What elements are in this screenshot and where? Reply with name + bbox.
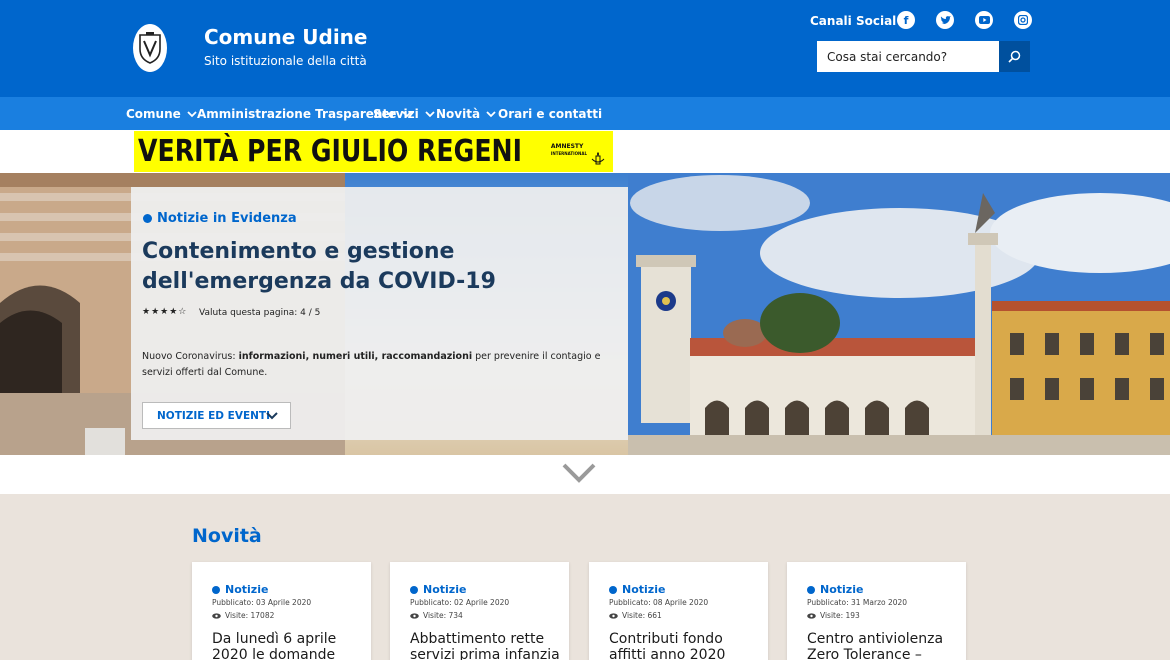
- nav-item-label: Servizi: [373, 106, 419, 121]
- eye-icon: [410, 612, 419, 619]
- news-card-visits-label: Visite: 661: [622, 611, 662, 620]
- chevron-down-icon: [187, 110, 197, 117]
- eye-icon: [609, 612, 618, 619]
- bullet-dot-icon: [212, 585, 220, 594]
- news-card-visits: Visite: 193: [807, 611, 860, 620]
- search-button[interactable]: [999, 41, 1030, 72]
- rating-stars[interactable]: ★★★★☆: [142, 307, 187, 317]
- featured-description: Nuovo Coronavirus: informazioni, numeri …: [142, 349, 622, 381]
- amnesty-line-1: AMNESTY: [550, 143, 584, 150]
- city-crest-logo[interactable]: [133, 24, 167, 72]
- twitter-icon[interactable]: [936, 11, 954, 29]
- nav-item-comune[interactable]: Comune: [126, 97, 197, 130]
- news-card-visits: Visite: 17082: [212, 611, 274, 620]
- news-card-kicker-label: Notizie: [225, 583, 269, 596]
- site-title[interactable]: Comune Udine: [204, 25, 367, 49]
- bullet-dot-icon: [807, 585, 815, 594]
- scroll-down-chevron-icon[interactable]: [562, 462, 596, 484]
- news-card-title[interactable]: Da lunedì 6 aprile 2020 le domande per: [212, 631, 362, 660]
- nav-item-novita[interactable]: Novità: [436, 97, 496, 130]
- nav-item-orari[interactable]: Orari e contatti: [498, 97, 602, 130]
- rating-label: Valuta questa pagina: 4 / 5: [199, 308, 321, 318]
- news-card-date: Pubblicato: 31 Marzo 2020: [807, 598, 908, 607]
- news-card-visits-label: Visite: 734: [423, 611, 463, 620]
- eye-icon: [212, 612, 221, 619]
- news-card-kicker[interactable]: Notizie: [807, 583, 863, 596]
- news-events-button[interactable]: NOTIZIE ED EVENTI: [142, 402, 291, 429]
- facebook-icon[interactable]: f: [897, 11, 915, 29]
- news-card-visits-label: Visite: 17082: [225, 611, 275, 620]
- chevron-down-icon: [266, 412, 278, 420]
- amnesty-logo-text: AMNESTY INTERNATIONAL: [551, 143, 587, 157]
- hero-section: Notizie in Evidenza Contenimento e gesti…: [0, 173, 1170, 455]
- news-card-kicker-label: Notizie: [622, 583, 666, 596]
- news-card-title[interactable]: Centro antiviolenza Zero Tolerance –: [807, 631, 957, 660]
- news-card-kicker[interactable]: Notizie: [410, 583, 466, 596]
- nav-item-label: Orari e contatti: [498, 106, 603, 121]
- bullet-dot-icon: [143, 214, 152, 223]
- search-icon: [1008, 50, 1021, 63]
- news-card-kicker-label: Notizie: [820, 583, 864, 596]
- featured-kicker-label: Notizie in Evidenza: [157, 211, 297, 226]
- news-card[interactable]: Notizie Pubblicato: 03 Aprile 2020 Visit…: [192, 562, 371, 660]
- news-card-date: Pubblicato: 03 Aprile 2020: [212, 598, 312, 607]
- news-card-kicker[interactable]: Notizie: [212, 583, 268, 596]
- chevron-down-icon: [425, 110, 435, 117]
- news-card-kicker[interactable]: Notizie: [609, 583, 665, 596]
- bullet-dot-icon: [609, 585, 617, 594]
- desc-prefix: Nuovo Coronavirus:: [142, 351, 239, 362]
- candle-icon: [591, 152, 605, 165]
- nav-item-servizi[interactable]: Servizi: [373, 97, 435, 130]
- site-header: Comune Udine Sito istituzionale della ci…: [0, 0, 1170, 97]
- site-subtitle: Sito istituzionale della città: [204, 54, 367, 68]
- news-card[interactable]: Notizie Pubblicato: 31 Marzo 2020 Visite…: [787, 562, 966, 660]
- crest-icon: [139, 32, 161, 64]
- youtube-icon[interactable]: [975, 11, 993, 29]
- news-card[interactable]: Notizie Pubblicato: 02 Aprile 2020 Visit…: [390, 562, 569, 660]
- search-input[interactable]: [817, 41, 999, 72]
- news-section-title: Novità: [192, 525, 262, 547]
- bullet-dot-icon: [410, 585, 418, 594]
- news-card-title[interactable]: Contributi fondo affitti anno 2020 (cano…: [609, 631, 759, 660]
- nav-item-label: Amministrazione Trasparente: [197, 106, 397, 121]
- news-card-date: Pubblicato: 02 Aprile 2020: [410, 598, 510, 607]
- news-card-title[interactable]: Abbattimento rette servizi prima infanzi…: [410, 631, 560, 660]
- nav-item-label: Comune: [126, 106, 181, 121]
- featured-news-card: Notizie in Evidenza Contenimento e gesti…: [131, 187, 628, 440]
- banner-text: VERITÀ PER GIULIO REGENI: [138, 134, 523, 169]
- social-label: Canali Social: [810, 14, 897, 28]
- news-card-kicker-label: Notizie: [423, 583, 467, 596]
- news-card[interactable]: Notizie Pubblicato: 08 Aprile 2020 Visit…: [589, 562, 768, 660]
- news-card-visits: Visite: 734: [410, 611, 463, 620]
- amnesty-line-2: INTERNATIONAL: [550, 151, 587, 156]
- main-nav: Comune Amministrazione Trasparente Servi…: [0, 97, 1170, 130]
- nav-item-label: Novità: [436, 106, 481, 121]
- news-card-date: Pubblicato: 08 Aprile 2020: [609, 598, 709, 607]
- instagram-icon[interactable]: [1014, 11, 1032, 29]
- featured-kicker[interactable]: Notizie in Evidenza: [143, 211, 297, 226]
- news-events-button-label: NOTIZIE ED EVENTI: [157, 409, 271, 422]
- news-section: Novità Notizie Pubblicato: 03 Aprile 202…: [0, 494, 1170, 660]
- news-card-visits-label: Visite: 193: [820, 611, 860, 620]
- regeni-banner[interactable]: VERITÀ PER GIULIO REGENI AMNESTY INTERNA…: [134, 131, 613, 172]
- eye-icon: [807, 612, 816, 619]
- news-card-visits: Visite: 661: [609, 611, 662, 620]
- featured-title[interactable]: Contenimento e gestione dell'emergenza d…: [142, 237, 622, 297]
- chevron-down-icon: [486, 110, 496, 117]
- desc-highlight: informazioni, numeri utili, raccomandazi…: [238, 351, 473, 362]
